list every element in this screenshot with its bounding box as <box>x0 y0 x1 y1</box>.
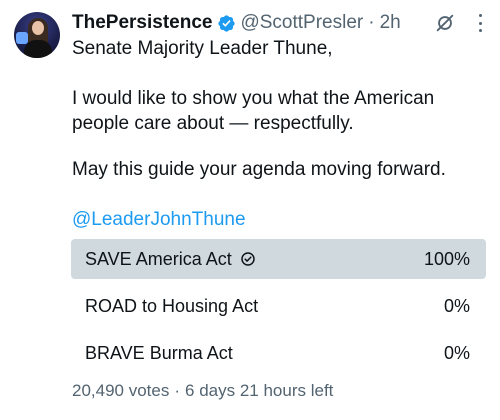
avatar-body <box>24 40 52 58</box>
poll-option-3[interactable]: BRAVE Burma Act 0% <box>71 333 486 373</box>
tweet-header: ThePersistence @ScottPresler · 2h <box>72 12 401 34</box>
tweet-text-line1: Senate Majority Leader Thune, <box>72 38 333 59</box>
poll-option-3-label: BRAVE Burma Act <box>85 342 233 363</box>
poll-meta: 20,490 votes · 6 days 21 hours left <box>72 380 333 402</box>
check-circle-icon <box>241 252 255 266</box>
tweet-card: ThePersistence @ScottPresler · 2h Senate… <box>0 0 500 420</box>
poll: SAVE America Act 100% ROAD to Housing Ac… <box>71 239 486 380</box>
poll-option-1-label: SAVE America Act <box>85 248 232 269</box>
avatar-logo <box>16 32 28 44</box>
tweet-text-paragraph3: May this guide your agenda moving forwar… <box>72 159 446 180</box>
header-separator: · <box>368 12 375 33</box>
timestamp[interactable]: 2h <box>380 12 401 34</box>
display-name[interactable]: ThePersistence <box>72 12 212 34</box>
verified-badge-icon <box>218 14 236 32</box>
avatar[interactable] <box>14 12 60 58</box>
mention-link[interactable]: @LeaderJohnThune <box>72 207 246 232</box>
poll-meta-separator: · <box>174 381 181 400</box>
poll-option-2[interactable]: ROAD to Housing Act 0% <box>71 286 486 326</box>
poll-option-1[interactable]: SAVE America Act 100% <box>71 239 486 279</box>
tweet-actions-top <box>434 12 482 34</box>
poll-option-3-percent: 0% <box>443 342 470 363</box>
avatar-face <box>32 21 44 35</box>
tweet-text-paragraph2: I would like to show you what the Americ… <box>72 88 435 134</box>
user-handle[interactable]: @ScottPresler <box>240 12 363 34</box>
poll-time-left: 6 days 21 hours left <box>185 381 334 400</box>
poll-option-2-label-wrap: ROAD to Housing Act <box>85 296 258 317</box>
poll-option-3-label-wrap: BRAVE Burma Act <box>85 343 233 364</box>
more-options-icon[interactable] <box>478 14 482 32</box>
poll-option-1-percent: 100% <box>423 248 470 269</box>
grok-icon[interactable] <box>434 12 456 34</box>
poll-votes: 20,490 votes <box>72 381 170 400</box>
poll-option-1-label-wrap: SAVE America Act <box>85 249 256 270</box>
poll-option-2-label: ROAD to Housing Act <box>85 295 259 316</box>
poll-option-2-percent: 0% <box>443 295 470 316</box>
